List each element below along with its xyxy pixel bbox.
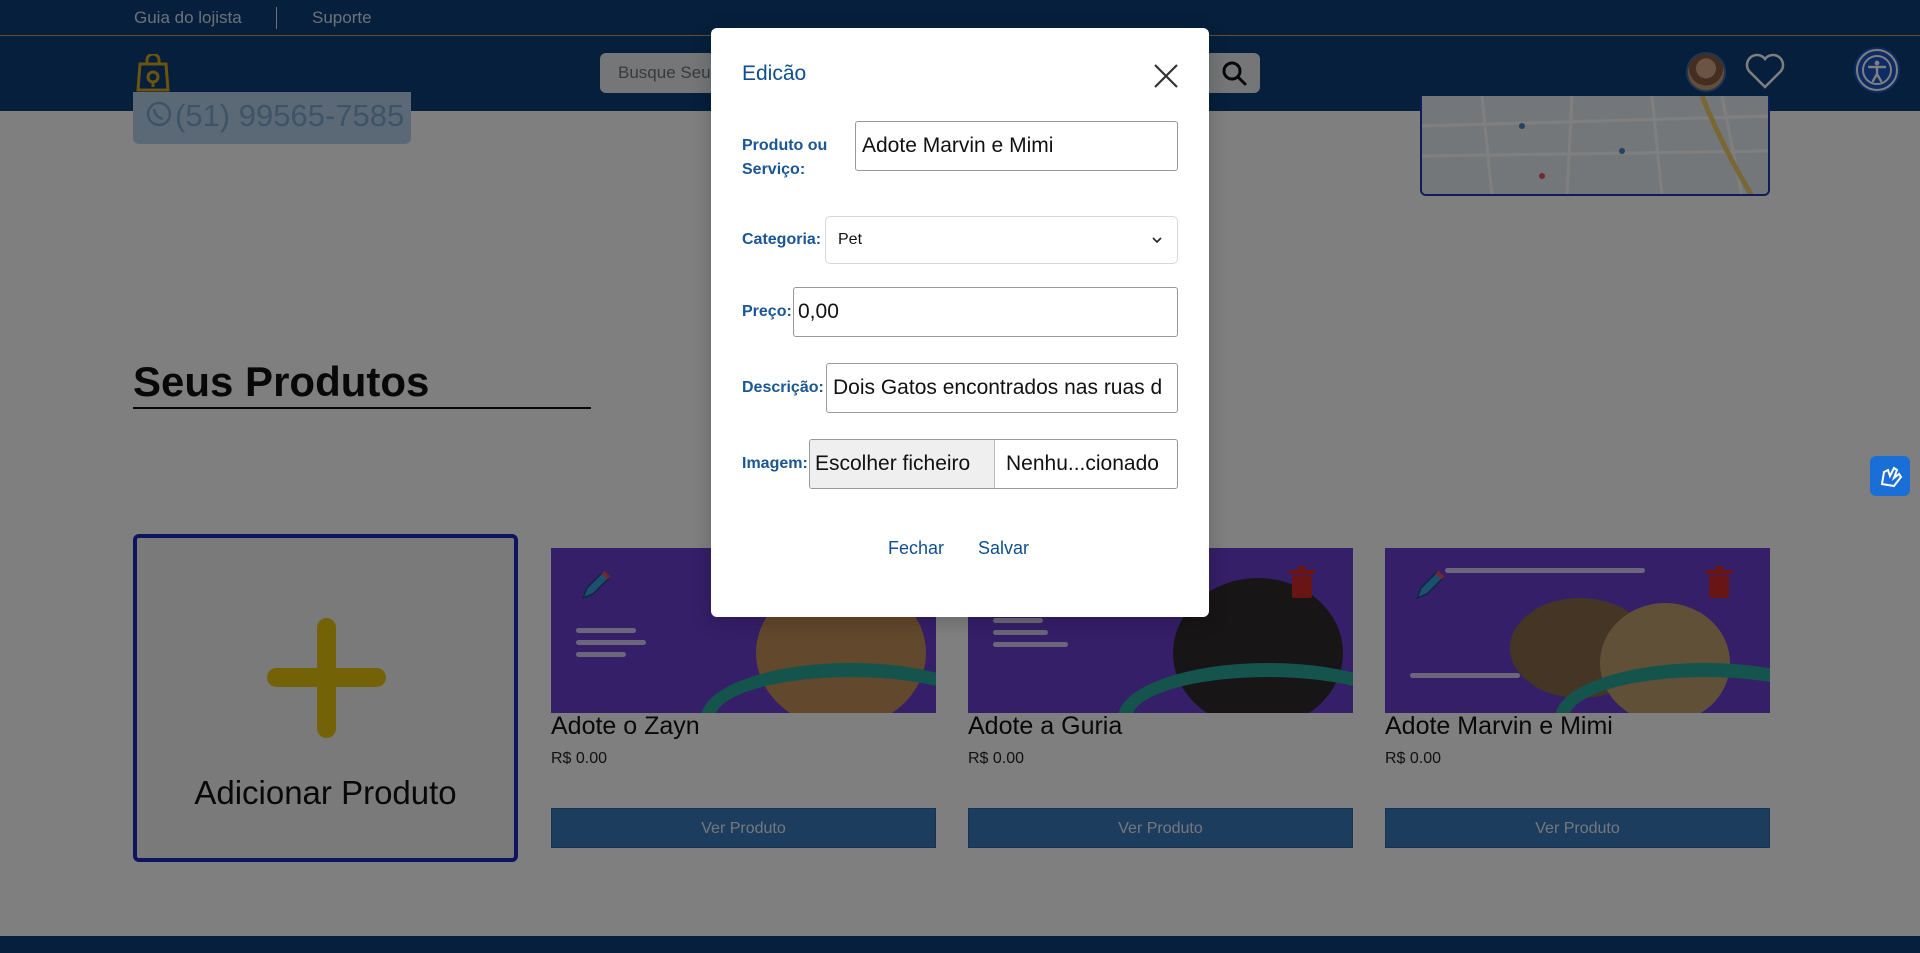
produto-label: Produto ou Serviço: xyxy=(742,137,828,178)
save-button[interactable]: Salvar xyxy=(978,538,1029,559)
close-button[interactable]: Fechar xyxy=(888,538,944,559)
descricao-input[interactable]: Dois Gatos encontrados nas ruas d xyxy=(826,363,1178,413)
close-icon[interactable] xyxy=(1152,62,1180,90)
sign-language-icon[interactable] xyxy=(1870,456,1910,496)
categoria-select[interactable]: Pet xyxy=(825,216,1178,264)
chevron-down-icon xyxy=(1152,237,1162,244)
edit-product-modal: Edicão Produto ou Serviço: Adote Marvin … xyxy=(711,28,1209,617)
imagem-label: Imagem: xyxy=(742,455,808,472)
choose-file-button[interactable]: Escolher ficheiro xyxy=(810,440,995,488)
preco-input[interactable]: 0,00 xyxy=(793,287,1178,337)
categoria-label: Categoria: xyxy=(742,231,822,248)
descricao-label: Descrição: xyxy=(742,379,824,396)
file-status: Nenhu...cionado xyxy=(1006,452,1159,475)
categoria-selected-value: Pet xyxy=(838,231,863,248)
modal-title: Edicão xyxy=(742,62,807,85)
produto-input[interactable]: Adote Marvin e Mimi xyxy=(855,121,1178,171)
preco-label: Preço: xyxy=(742,303,792,320)
imagem-file-input[interactable]: Escolher ficheiro Nenhu...cionado xyxy=(809,439,1178,489)
